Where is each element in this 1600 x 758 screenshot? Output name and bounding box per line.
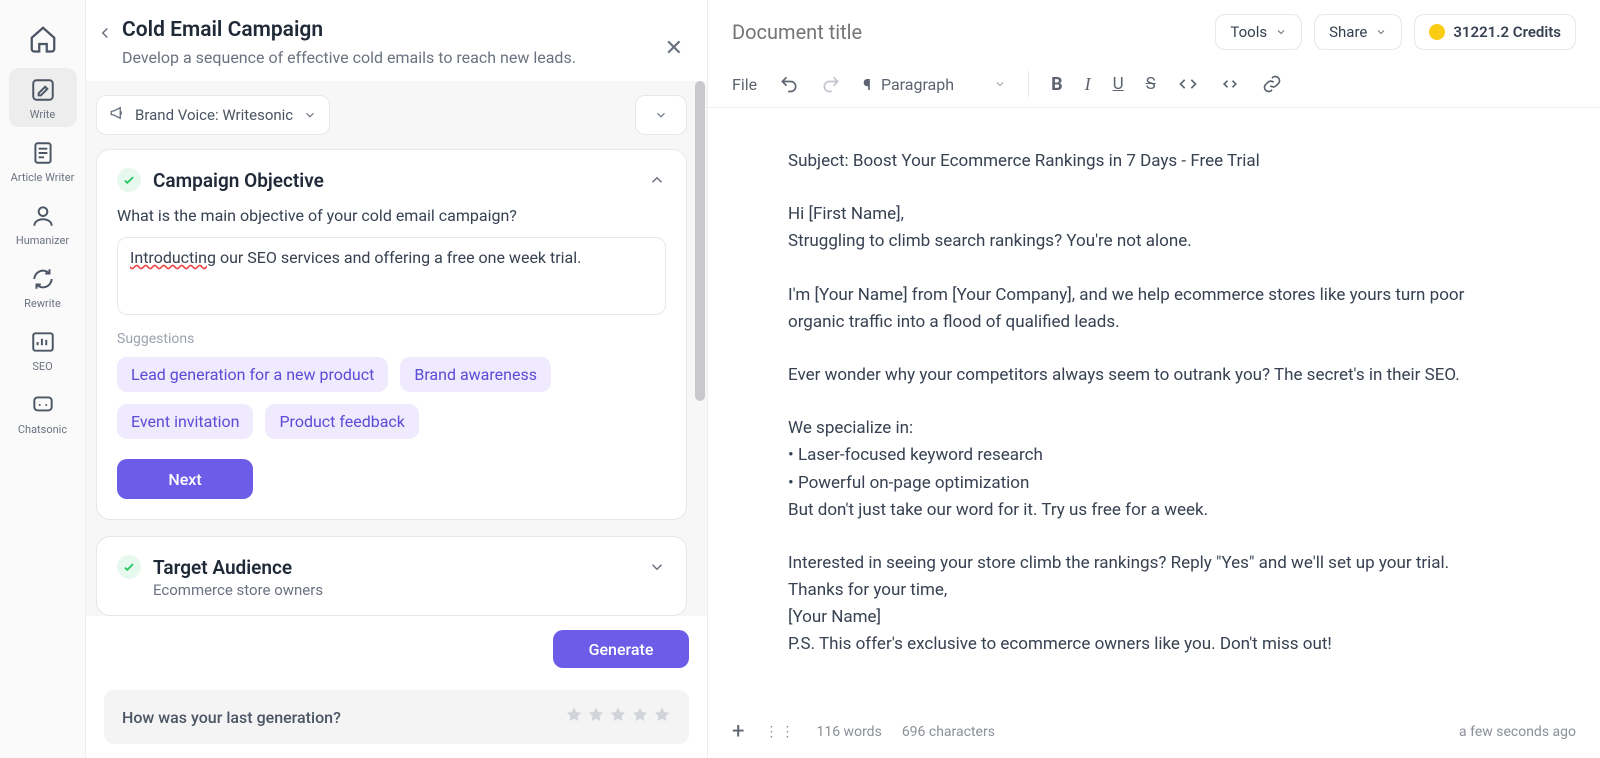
email-line: Struggling to climb search rankings? You… (788, 228, 1520, 255)
email-subject: Subject: Boost Your Ecommerce Rankings i… (788, 148, 1520, 175)
nav-humanizer[interactable]: Humanizer (9, 194, 77, 253)
objective-question: What is the main objective of your cold … (117, 206, 666, 225)
email-line: P.S. This offer's exclusive to ecommerce… (788, 631, 1520, 658)
email-line: [Your Name] (788, 604, 1520, 631)
editor-toolbar: File ¶ Paragraph B I U S (708, 65, 1600, 108)
chatsonic-icon (29, 391, 57, 419)
suggestion-chip[interactable]: Product feedback (265, 404, 418, 439)
audience-summary: Ecommerce store owners (153, 581, 666, 599)
underline-button[interactable]: U (1113, 74, 1124, 94)
target-audience-card: Target Audience Ecommerce store owners (96, 536, 687, 616)
config-panel: ✕ Cold Email Campaign Develop a sequence… (86, 0, 708, 758)
add-block-button[interactable]: + (732, 719, 744, 744)
nav-label: Chatsonic (18, 423, 67, 436)
close-button[interactable]: ✕ (665, 36, 683, 61)
tools-label: Tools (1230, 23, 1267, 41)
email-line: But don't just take our word for it. Try… (788, 497, 1520, 524)
paragraph-label: Paragraph (881, 75, 954, 94)
email-line: I'm [Your Name] from [Your Company], and… (788, 282, 1520, 336)
objective-input[interactable]: Introducting our SEO services and offeri… (117, 237, 666, 315)
email-line: We specialize in: (788, 415, 1520, 442)
file-menu[interactable]: File (732, 75, 757, 94)
nav-seo[interactable]: SEO (9, 320, 77, 379)
timeago: a few seconds ago (1459, 724, 1576, 740)
editor-pane: Tools Share 31221.2 Credits File ¶ Parag… (708, 0, 1600, 758)
rewrite-icon (29, 265, 57, 293)
credits-icon (1429, 24, 1445, 40)
generate-button[interactable]: Generate (553, 630, 689, 668)
credits-label: 31221.2 Credits (1453, 23, 1561, 41)
suggestions-label: Suggestions (117, 331, 666, 347)
brand-voice-select[interactable]: Brand Voice: Writesonic (96, 95, 330, 135)
nav-label: SEO (32, 360, 52, 373)
block-style-select[interactable]: ¶ Paragraph (863, 75, 1006, 94)
email-line: Thanks for your time, (788, 577, 1520, 604)
options-button[interactable] (635, 95, 687, 135)
document-title-input[interactable] (732, 20, 1032, 44)
link-button[interactable] (1262, 74, 1282, 94)
scrollbar-thumb[interactable] (695, 81, 705, 401)
panel-scroll[interactable]: Brand Voice: Writesonic Campaign Objecti… (86, 81, 707, 616)
email-line: Ever wonder why your competitors always … (788, 362, 1520, 389)
strikethrough-button[interactable]: S (1146, 74, 1156, 94)
email-line: • Powerful on-page optimization (788, 470, 1520, 497)
nav-label: Write (30, 108, 55, 121)
chevron-down-icon (303, 108, 317, 122)
suggestion-chip[interactable]: Brand awareness (400, 357, 551, 392)
editor-body[interactable]: Subject: Boost Your Ecommerce Rankings i… (708, 108, 1600, 711)
panel-title: Cold Email Campaign (116, 18, 677, 42)
code-button[interactable] (1178, 74, 1198, 94)
share-button[interactable]: Share (1314, 14, 1402, 50)
nav-rail: Write Article Writer Humanizer Rewrite S… (0, 0, 86, 758)
rating-stars[interactable] (565, 706, 671, 728)
humanizer-icon (29, 202, 57, 230)
editor-footer: + ⋮⋮ 116 words 696 characters a few seco… (708, 711, 1600, 758)
panel-subtitle: Develop a sequence of effective cold ema… (116, 48, 677, 67)
feedback-prompt: How was your last generation? (122, 708, 341, 727)
nav-rewrite[interactable]: Rewrite (9, 257, 77, 316)
write-icon (29, 76, 57, 104)
article-icon (29, 139, 57, 167)
email-line: • Laser-focused keyword research (788, 442, 1520, 469)
redo-button[interactable] (821, 74, 841, 94)
next-button[interactable]: Next (117, 459, 253, 499)
nav-label: Rewrite (24, 297, 61, 310)
campaign-objective-card: Campaign Objective What is the main obje… (96, 149, 687, 520)
code-block-button[interactable] (1220, 74, 1240, 94)
expand-toggle[interactable] (648, 558, 666, 576)
audience-title: Target Audience (153, 556, 292, 579)
brand-voice-label: Brand Voice: Writesonic (135, 106, 293, 124)
word-count: 116 words (816, 724, 881, 740)
char-count: 696 characters (902, 724, 995, 740)
home-icon[interactable] (9, 14, 77, 64)
nav-chatsonic[interactable]: Chatsonic (9, 383, 77, 442)
nav-label: Article Writer (11, 171, 75, 184)
credits-badge[interactable]: 31221.2 Credits (1414, 14, 1576, 50)
collapse-toggle[interactable] (648, 171, 666, 189)
suggestion-chip[interactable]: Lead generation for a new product (117, 357, 388, 392)
bold-button[interactable]: B (1051, 74, 1063, 95)
check-icon (117, 555, 141, 579)
email-line: Interested in seeing your store climb th… (788, 550, 1520, 577)
nav-write[interactable]: Write (9, 68, 77, 127)
italic-button[interactable]: I (1085, 74, 1091, 95)
check-icon (117, 168, 141, 192)
tools-button[interactable]: Tools (1215, 14, 1302, 50)
drag-handle-icon[interactable]: ⋮⋮ (764, 724, 796, 740)
objective-title: Campaign Objective (153, 169, 324, 192)
suggestion-chip[interactable]: Event invitation (117, 404, 253, 439)
back-button[interactable] (96, 24, 114, 46)
email-line: Hi [First Name], (788, 201, 1520, 228)
megaphone-icon (109, 104, 127, 126)
share-label: Share (1329, 23, 1367, 41)
nav-label: Humanizer (16, 234, 69, 247)
seo-icon (29, 328, 57, 356)
feedback-bar: How was your last generation? (104, 690, 689, 744)
undo-button[interactable] (779, 74, 799, 94)
nav-article-writer[interactable]: Article Writer (9, 131, 77, 190)
